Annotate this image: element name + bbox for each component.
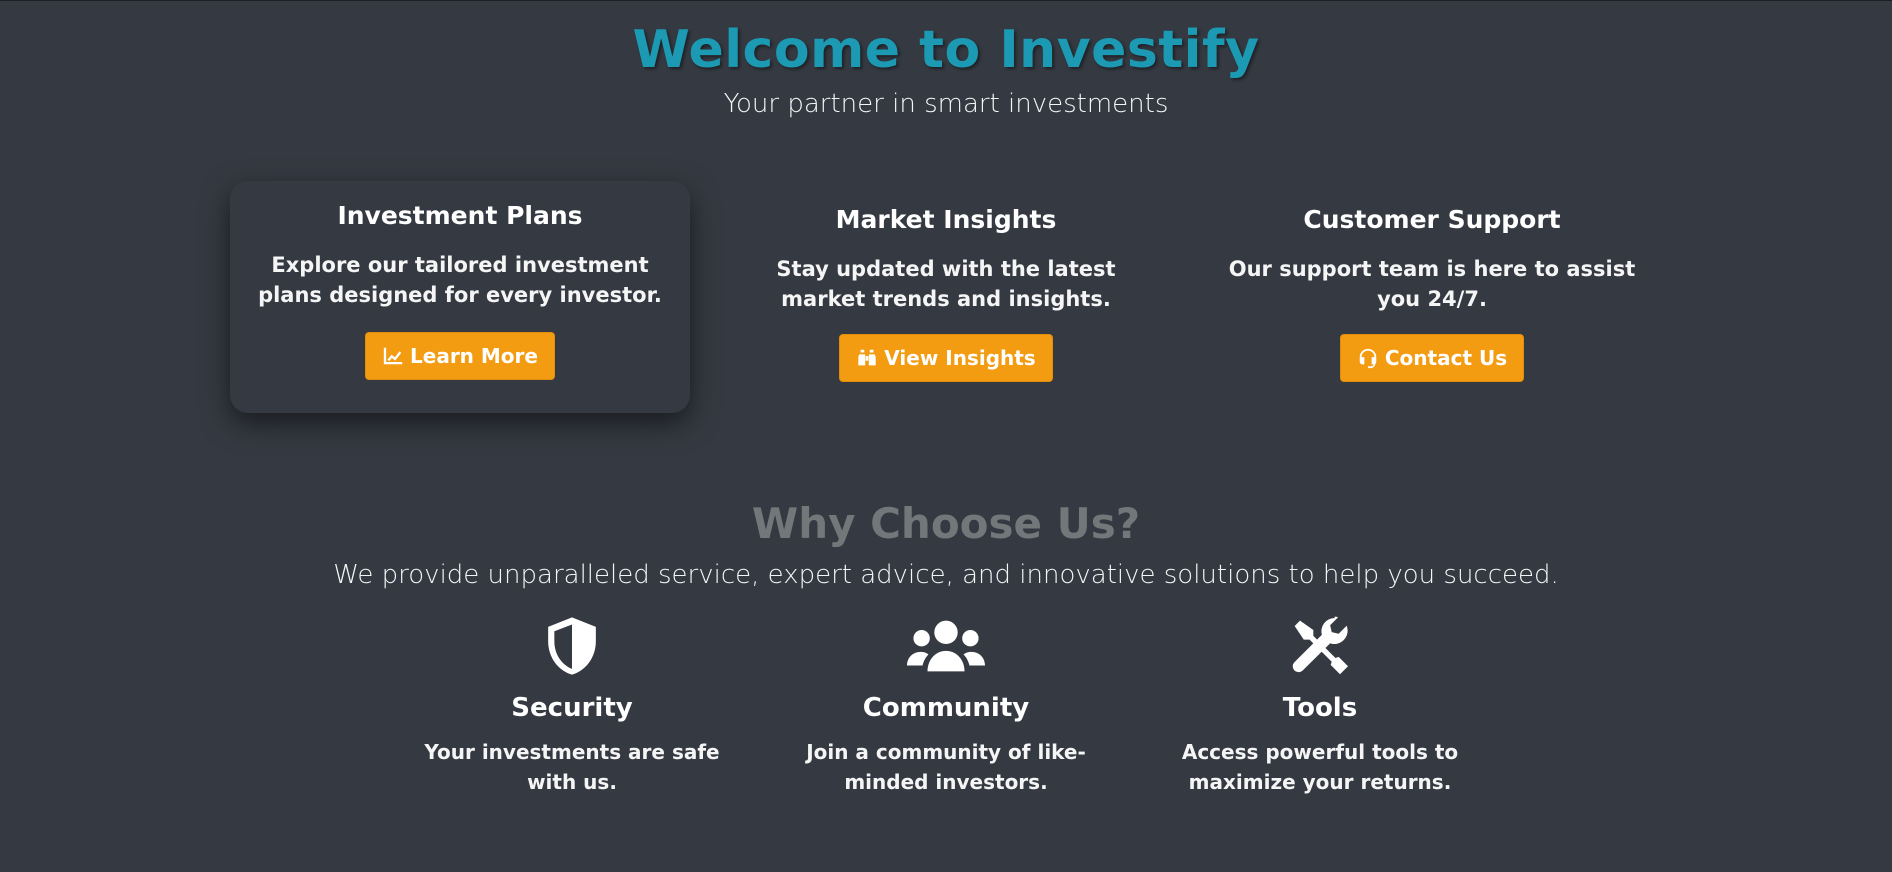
feature-text: Join a community of like-minded investor…	[806, 740, 1086, 794]
card-title: Market Insights	[835, 205, 1057, 234]
services-cards: Investment Plans Explore our tailored in…	[0, 181, 1892, 413]
page-title: Welcome to Investify	[632, 20, 1260, 80]
card-text: Stay updated with the latest market tren…	[776, 257, 1116, 311]
view-insights-button[interactable]: View Insights	[839, 334, 1053, 382]
feature-security: Security Your investments are safe with …	[412, 613, 732, 797]
binoculars-icon	[858, 349, 876, 366]
button-label: View Insights	[884, 346, 1036, 370]
card-title: Customer Support	[1303, 205, 1561, 234]
page-subtitle: Your partner in smart investments	[723, 89, 1169, 119]
card-title: Investment Plans	[337, 201, 583, 230]
card-text: Explore our tailored investment plans de…	[258, 253, 662, 307]
button-label: Learn More	[410, 344, 538, 368]
tools-icon	[1292, 616, 1348, 675]
section-subtitle: We provide unparalleled service, expert …	[333, 560, 1559, 590]
learn-more-button[interactable]: Learn More	[365, 332, 555, 380]
users-icon	[907, 620, 985, 672]
feature-community: Community Join a community of like-minde…	[786, 613, 1106, 797]
feature-title: Community	[862, 693, 1030, 723]
feature-tools: Tools Access powerful tools to maximize …	[1160, 613, 1480, 797]
section-title: Why Choose Us?	[751, 499, 1141, 548]
headset-icon	[1359, 348, 1377, 369]
shield-icon	[548, 617, 596, 675]
feature-title: Tools	[1282, 693, 1358, 723]
feature-text: Your investments are safe with us.	[424, 740, 720, 794]
card-customer-support: Customer Support Our support team is her…	[1202, 181, 1662, 413]
hero-section: Welcome to Investify Your partner in sma…	[0, 1, 1892, 119]
contact-us-button[interactable]: Contact Us	[1339, 334, 1525, 382]
features-list: Security Your investments are safe with …	[0, 613, 1892, 797]
feature-text: Access powerful tools to maximize your r…	[1181, 740, 1459, 794]
feature-title: Security	[511, 693, 633, 723]
card-market-insights: Market Insights Stay updated with the la…	[716, 181, 1176, 413]
card-text: Our support team is here to assist you 2…	[1228, 257, 1636, 311]
chart-line-icon	[383, 347, 403, 365]
card-investment-plans: Investment Plans Explore our tailored in…	[230, 181, 690, 413]
button-label: Contact Us	[1384, 346, 1508, 370]
why-choose-us-section: Why Choose Us? We provide unparalleled s…	[0, 496, 1892, 590]
